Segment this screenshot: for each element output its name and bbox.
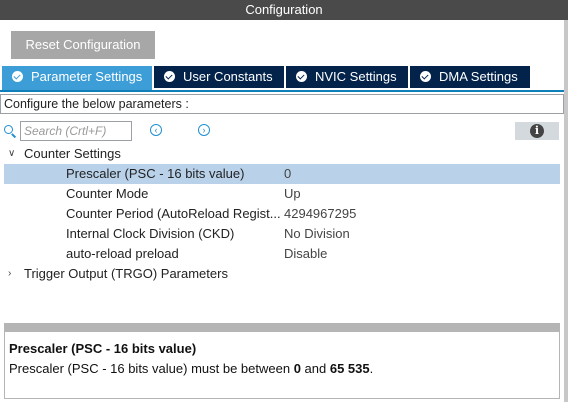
info-button[interactable]: i [515,122,559,140]
tab-parameter-settings[interactable]: Parameter Settings [2,66,152,90]
group-counter-settings[interactable]: ∨ Counter Settings [4,144,560,164]
description-prefix: Prescaler (PSC - 16 bits value) must be … [9,361,294,376]
param-row-clock-division[interactable]: Internal Clock Division (CKD) No Divisio… [4,224,560,244]
tab-nvic-settings[interactable]: NVIC Settings [286,66,408,88]
param-name: Counter Period (AutoReload Regist... [66,206,281,221]
description-min: 0 [293,361,301,376]
search-icon [4,125,13,134]
description-title: Prescaler (PSC - 16 bits value) [9,341,197,356]
description-panel: Prescaler (PSC - 16 bits value) Prescale… [4,331,560,399]
tab-user-constants[interactable]: User Constants [154,66,284,88]
description-suffix: . [369,361,374,376]
param-name: auto-reload preload [66,246,179,261]
info-icon: i [530,124,544,138]
param-value[interactable]: Up [284,184,301,204]
search-input[interactable] [20,121,132,141]
tab-label: Parameter Settings [31,69,143,84]
param-value[interactable]: No Division [284,224,350,244]
group-trigger-output[interactable]: › Trigger Output (TRGO) Parameters [4,264,560,284]
tab-label: DMA Settings [439,69,518,84]
param-value[interactable]: 4294967295 [284,204,356,224]
window-title: Configuration [0,0,568,20]
previous-result-icon[interactable]: ‹ [150,124,162,136]
param-name: Internal Clock Division (CKD) [66,226,235,241]
param-row-auto-reload-preload[interactable]: auto-reload preload Disable [4,244,560,264]
next-result-icon[interactable]: › [198,124,210,136]
group-label: Counter Settings [24,146,121,161]
description-max: 65 535 [329,361,370,376]
check-circle-icon [164,71,175,82]
param-value[interactable]: Disable [284,244,327,264]
description-and: and [300,361,330,376]
description-text: Prescaler (PSC - 16 bits value) must be … [9,361,373,376]
check-circle-icon [420,71,431,82]
check-circle-icon [296,71,307,82]
check-circle-icon [12,71,23,82]
tab-label: User Constants [183,69,273,84]
param-row-counter-period[interactable]: Counter Period (AutoReload Regist... 429… [4,204,560,224]
group-label: Trigger Output (TRGO) Parameters [24,266,228,281]
param-name: Counter Mode [66,186,149,201]
chevron-right-icon: › [8,268,12,279]
param-row-prescaler[interactable]: Prescaler (PSC - 16 bits value) 0 [4,164,560,184]
chevron-down-icon: ∨ [8,148,16,159]
param-row-counter-mode[interactable]: Counter Mode Up [4,184,560,204]
reset-configuration-button[interactable]: Reset Configuration [11,31,155,59]
param-name: Prescaler (PSC - 16 bits value) [66,166,245,181]
scrollbar[interactable] [564,20,568,402]
panel-splitter[interactable] [4,323,560,331]
tab-bar: Parameter Settings User Constants NVIC S… [0,66,568,92]
tab-dma-settings[interactable]: DMA Settings [410,66,530,88]
configure-parameters-label: Configure the below parameters : [0,94,564,114]
param-value[interactable]: 0 [284,164,291,184]
tab-label: NVIC Settings [315,69,397,84]
